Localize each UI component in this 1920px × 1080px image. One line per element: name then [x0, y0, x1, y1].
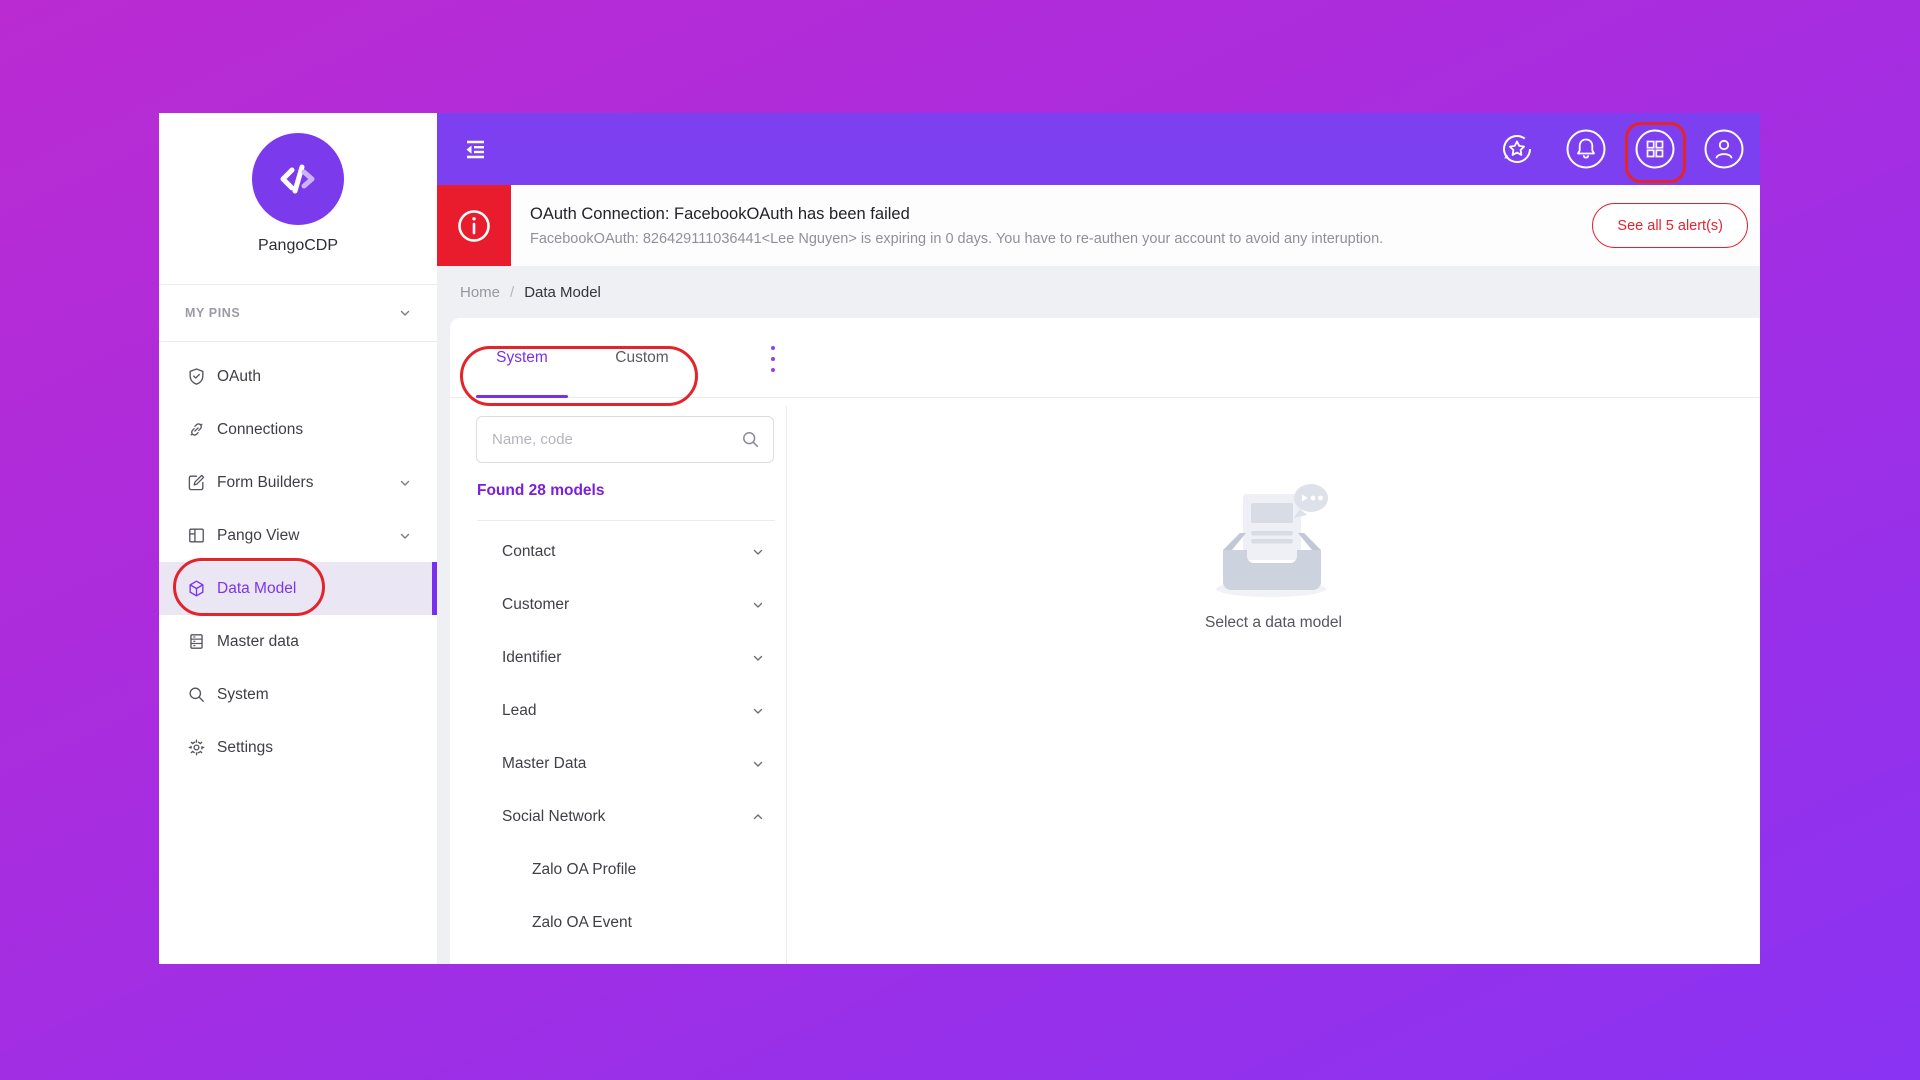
sidebar-item-label: Master data [217, 633, 437, 651]
sidebar-item-system[interactable]: System [159, 668, 437, 721]
alert-title: OAuth Connection: FacebookOAuth has been… [530, 205, 1592, 224]
gear-icon [186, 738, 206, 758]
model-item-zalo-oa-event[interactable]: Zalo OA Event [450, 896, 786, 949]
sidebar-item-label: Form Builders [217, 474, 399, 492]
chevron-down-icon [399, 477, 411, 489]
empty-state-label: Select a data model [1205, 614, 1342, 632]
see-all-alerts-button[interactable]: See all 5 alert(s) [1592, 203, 1748, 248]
content-area: System Custom Found 28 models Contact [437, 318, 1760, 964]
model-group-contact[interactable]: Contact [450, 525, 786, 578]
empty-inbox-illustration [1199, 478, 1349, 600]
magnifier-icon [186, 685, 206, 705]
breadcrumb-home[interactable]: Home [460, 284, 500, 301]
sidebar-nav: OAuth Connections Form Builders [159, 350, 437, 774]
link-icon [186, 420, 206, 440]
sidebar-item-label: Data Model [217, 580, 437, 598]
model-search [476, 416, 774, 463]
chevron-down-icon [399, 307, 411, 319]
logo-section: PangoCDP [159, 113, 437, 284]
database-icon [186, 632, 206, 652]
breadcrumb-separator: / [510, 284, 514, 301]
chevron-down-icon [752, 758, 764, 770]
empty-state: Select a data model [787, 318, 1760, 964]
cube-icon [186, 579, 206, 599]
alert-severity-box [437, 185, 511, 266]
my-pins-section[interactable]: MY PINS [159, 284, 437, 342]
sidebar: PangoCDP MY PINS OAuth Connections [159, 113, 437, 964]
app-title: PangoCDP [159, 237, 437, 255]
data-model-panel: System Custom Found 28 models Contact [450, 318, 1760, 964]
tab-custom[interactable]: Custom [588, 318, 696, 398]
chevron-up-icon [752, 811, 764, 823]
sidebar-item-label: System [217, 686, 437, 704]
alert-message: FacebookOAuth: 826429111036441<Lee Nguye… [530, 231, 1592, 247]
sidebar-item-pango-view[interactable]: Pango View [159, 509, 437, 562]
more-options-icon[interactable] [765, 346, 781, 372]
model-group-lead[interactable]: Lead [450, 684, 786, 737]
menu-fold-icon[interactable] [460, 134, 490, 164]
model-list: Contact Customer Identifier Lead Master … [450, 525, 786, 949]
header-actions [1497, 129, 1744, 169]
apps-grid-icon[interactable] [1635, 129, 1675, 169]
sidebar-item-label: OAuth [217, 368, 437, 386]
form-edit-icon [186, 473, 206, 493]
notifications-bell-icon[interactable] [1566, 129, 1606, 169]
my-pins-label: MY PINS [185, 306, 399, 320]
chevron-down-icon [752, 705, 764, 717]
model-group-customer[interactable]: Customer [450, 578, 786, 631]
found-models-count: Found 28 models [477, 482, 604, 500]
sidebar-item-master-data[interactable]: Master data [159, 615, 437, 668]
divider [477, 520, 775, 521]
search-icon[interactable] [742, 431, 759, 448]
model-group-identifier[interactable]: Identifier [450, 631, 786, 684]
chevron-down-icon [752, 599, 764, 611]
sidebar-item-form-builders[interactable]: Form Builders [159, 456, 437, 509]
chevron-down-icon [399, 530, 411, 542]
breadcrumb: Home / Data Model [437, 266, 1760, 318]
model-group-master-data[interactable]: Master Data [450, 737, 786, 790]
pangocdp-logo[interactable] [252, 133, 344, 225]
sidebar-item-oauth[interactable]: OAuth [159, 350, 437, 403]
tab-system[interactable]: System [476, 318, 568, 398]
sidebar-item-settings[interactable]: Settings [159, 721, 437, 774]
top-header-bar [437, 113, 1760, 185]
info-circle-icon [456, 208, 492, 244]
breadcrumb-current: Data Model [524, 284, 601, 301]
sidebar-item-connections[interactable]: Connections [159, 403, 437, 456]
chevron-down-icon [752, 546, 764, 558]
shield-check-icon [186, 367, 206, 387]
code-brackets-icon [272, 153, 324, 205]
sidebar-item-label: Pango View [217, 527, 399, 545]
model-group-social-network[interactable]: Social Network [450, 790, 786, 843]
favorites-sync-icon[interactable] [1497, 129, 1537, 169]
alert-texts: OAuth Connection: FacebookOAuth has been… [530, 205, 1592, 247]
layout-icon [186, 526, 206, 546]
sidebar-item-data-model[interactable]: Data Model [159, 562, 437, 615]
active-tab-underline [476, 395, 568, 398]
chevron-down-icon [752, 652, 764, 664]
sidebar-item-label: Connections [217, 421, 437, 439]
user-profile-icon[interactable] [1704, 129, 1744, 169]
active-indicator-bar [432, 562, 437, 615]
search-input[interactable] [477, 431, 742, 448]
model-item-zalo-oa-profile[interactable]: Zalo OA Profile [450, 843, 786, 896]
app-window: PangoCDP MY PINS OAuth Connections [159, 113, 1760, 964]
alert-banner: OAuth Connection: FacebookOAuth has been… [437, 185, 1760, 266]
sidebar-item-label: Settings [217, 739, 437, 757]
